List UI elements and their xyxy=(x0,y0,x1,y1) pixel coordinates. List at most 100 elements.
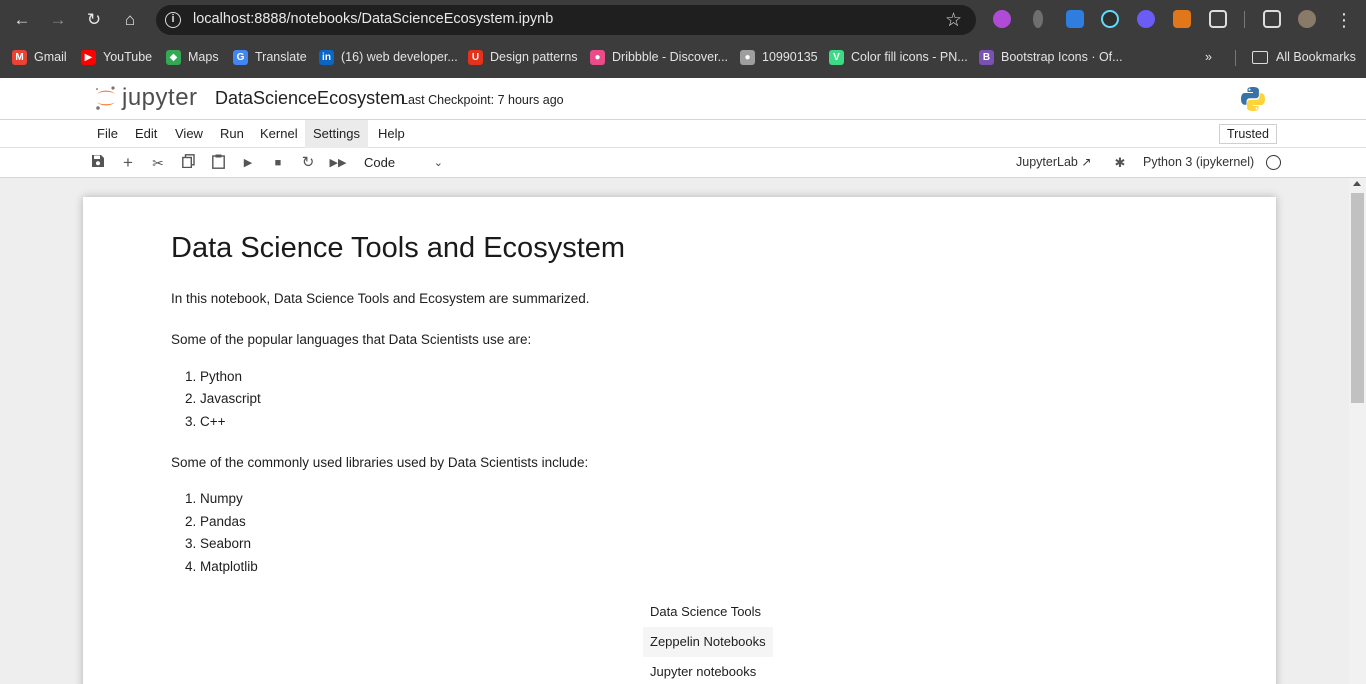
folder-icon xyxy=(1252,50,1268,64)
all-bookmarks-button[interactable]: All Bookmarks xyxy=(1252,48,1356,66)
all-bookmarks-label: All Bookmarks xyxy=(1276,50,1356,64)
debugger-bug-icon[interactable]: ✱ xyxy=(1111,154,1129,172)
save-icon[interactable] xyxy=(89,154,107,172)
bookmark-label: Bootstrap Icons · Of... xyxy=(1001,50,1123,64)
back-icon[interactable]: ← xyxy=(9,8,35,32)
table-row: Jupyter notebooks xyxy=(650,664,757,679)
list-item: 1. Numpy xyxy=(185,491,243,506)
bookmark-label: Color fill icons - PN... xyxy=(851,50,968,64)
menu-settings[interactable]: Settings xyxy=(305,120,368,148)
cell-type-value: Code xyxy=(364,155,396,170)
extension-icon[interactable] xyxy=(1033,10,1043,28)
bookmark-item[interactable]: ◆ Maps xyxy=(166,48,219,66)
notebook-toolbar: + ✂ ▶ ■ ↻ ▶▶ Code ⌄ JupyterLab ↗ ✱ Pytho… xyxy=(0,148,1366,178)
jupyter-header: jupyter DataScienceEcosystem Last Checkp… xyxy=(0,78,1366,120)
bookmark-item[interactable]: V Color fill icons - PN... xyxy=(829,48,968,66)
bookmark-favicon-icon: ● xyxy=(740,49,755,65)
list-item: 2. Javascript xyxy=(185,391,261,406)
scroll-up-arrow-icon[interactable] xyxy=(1353,181,1361,186)
bookmark-label: Design patterns xyxy=(490,50,578,64)
external-link-icon: ↗ xyxy=(1081,155,1092,169)
cut-icon[interactable]: ✂ xyxy=(149,154,167,172)
trusted-indicator[interactable]: Trusted xyxy=(1219,124,1277,144)
bookmark-item[interactable]: in (16) web developer... xyxy=(319,48,458,66)
menu-kernel[interactable]: Kernel xyxy=(252,120,306,148)
jupyter-logo-text: jupyter xyxy=(122,84,198,111)
list-item: 3. C++ xyxy=(185,414,226,429)
home-icon[interactable]: ⌂ xyxy=(117,8,143,32)
list-item: 4. Matplotlib xyxy=(185,559,258,574)
table-row: Zeppelin Notebooks xyxy=(643,627,773,657)
languages-intro: Some of the popular languages that Data … xyxy=(171,332,532,347)
address-bar[interactable]: i localhost:8888/notebooks/DataScienceEc… xyxy=(156,5,976,35)
more-menu-icon[interactable]: ⋮ xyxy=(1331,8,1357,32)
restart-icon[interactable]: ↻ xyxy=(299,154,317,172)
jupyter-logo-icon xyxy=(95,86,115,110)
notebook-heading: Data Science Tools and Ecosystem xyxy=(171,232,626,264)
bookmark-label: 10990135 xyxy=(762,50,818,64)
copy-icon[interactable] xyxy=(179,154,197,172)
bookmark-item[interactable]: B Bootstrap Icons · Of... xyxy=(979,48,1123,66)
bookmark-item[interactable]: ▶ YouTube xyxy=(81,48,152,66)
toolbar-divider xyxy=(1244,11,1245,28)
fast-forward-icon[interactable]: ▶▶ xyxy=(329,154,347,172)
jupyterlab-label: JupyterLab xyxy=(1016,155,1078,169)
more-bookmarks-icon[interactable]: » xyxy=(1205,48,1212,66)
bookmark-label: Translate xyxy=(255,50,307,64)
list-item: 2. Pandas xyxy=(185,514,246,529)
bookmark-item[interactable]: G Translate xyxy=(233,48,307,66)
menu-help[interactable]: Help xyxy=(370,120,413,148)
intro-paragraph: In this notebook, Data Science Tools and… xyxy=(171,291,590,306)
url-text[interactable]: localhost:8888/notebooks/DataScienceEcos… xyxy=(193,11,553,27)
notebook-title[interactable]: DataScienceEcosystem xyxy=(215,88,405,109)
bookmark-favicon-icon: ● xyxy=(590,49,605,65)
menu-edit[interactable]: Edit xyxy=(127,120,165,148)
menu-run[interactable]: Run xyxy=(212,120,252,148)
bookmark-label: Maps xyxy=(188,50,219,64)
stop-icon[interactable]: ■ xyxy=(269,154,287,172)
bookmark-item[interactable]: ● Dribbble - Discover... xyxy=(590,48,728,66)
react-devtools-icon[interactable] xyxy=(1101,10,1119,28)
extension-icon[interactable] xyxy=(1066,10,1084,28)
side-panel-icon[interactable] xyxy=(1263,10,1281,28)
extension-icon[interactable] xyxy=(1137,10,1155,28)
metamask-icon[interactable] xyxy=(1173,10,1191,28)
bookmark-item[interactable]: ● 10990135 xyxy=(740,48,818,66)
paste-icon[interactable] xyxy=(209,154,227,172)
scrollbar-thumb[interactable] xyxy=(1351,193,1364,403)
bookmark-favicon-icon: B xyxy=(979,49,994,65)
libraries-intro: Some of the commonly used libraries used… xyxy=(171,455,589,470)
jupyter-logo[interactable]: jupyter xyxy=(94,84,198,112)
menu-view[interactable]: View xyxy=(167,120,211,148)
bookmark-favicon-icon: G xyxy=(233,49,248,65)
bookmark-star-icon[interactable]: ☆ xyxy=(945,9,962,32)
browser-navbar: ← → ↻ ⌂ i localhost:8888/notebooks/DataS… xyxy=(0,0,1366,40)
bookmark-label: Gmail xyxy=(34,50,67,64)
table-header: Data Science Tools xyxy=(650,604,762,619)
menu-file[interactable]: File xyxy=(89,120,126,148)
jupyterlab-link[interactable]: JupyterLab ↗ xyxy=(1016,155,1091,169)
cell-type-select[interactable]: Code ⌄ xyxy=(357,153,447,173)
reload-icon[interactable]: ↻ xyxy=(81,8,107,32)
bookmark-favicon-icon: in xyxy=(319,49,334,65)
bookmark-label: (16) web developer... xyxy=(341,50,458,64)
bookmark-label: Dribbble - Discover... xyxy=(612,50,729,64)
list-item: 1. Python xyxy=(185,369,243,384)
chevron-down-icon: ⌄ xyxy=(433,157,443,169)
avatar[interactable] xyxy=(1298,10,1316,28)
bookmark-item[interactable]: M Gmail xyxy=(12,48,67,66)
extension-icon[interactable] xyxy=(993,10,1011,28)
site-info-icon[interactable]: i xyxy=(165,12,181,28)
bookmark-favicon-icon: M xyxy=(12,49,27,65)
python-logo-icon xyxy=(1241,87,1265,111)
kernel-status-icon xyxy=(1266,155,1281,170)
run-icon[interactable]: ▶ xyxy=(239,154,257,172)
kernel-name[interactable]: Python 3 (ipykernel) xyxy=(1143,155,1254,169)
bookmark-item[interactable]: U Design patterns xyxy=(468,48,578,66)
extensions-puzzle-icon[interactable] xyxy=(1209,10,1227,28)
forward-icon[interactable]: → xyxy=(45,8,71,32)
bookmark-favicon-icon: ◆ xyxy=(166,49,181,65)
bookmarks-bar: M Gmail ▶ YouTube ◆ Maps G Translate in (16) web … xyxy=(0,42,1366,72)
add-cell-icon[interactable]: + xyxy=(119,154,137,172)
bookmarks-divider xyxy=(1235,50,1236,66)
